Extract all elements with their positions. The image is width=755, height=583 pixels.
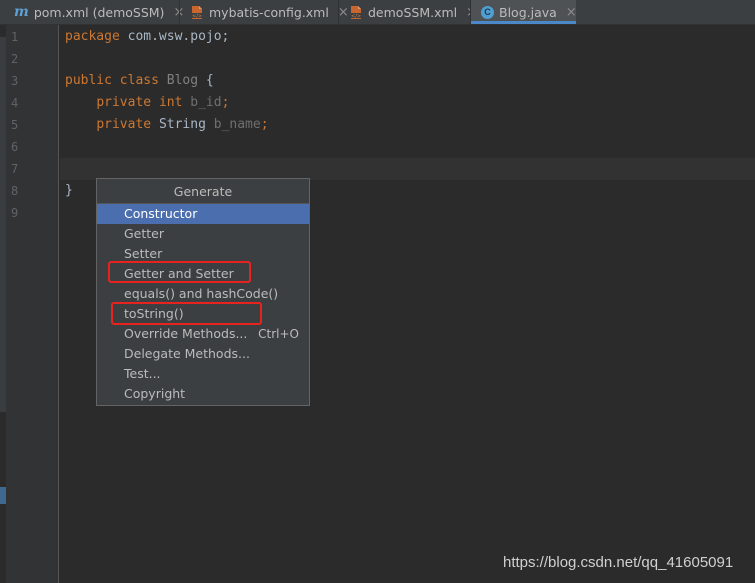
menu-item-equals-hashcode[interactable]: equals() and hashCode() xyxy=(97,284,309,304)
menu-item-override-methods[interactable]: Override Methods... Ctrl+O xyxy=(97,324,309,344)
line-number: 6 xyxy=(11,140,19,154)
svg-text:</>: </> xyxy=(192,13,202,19)
line-number: 8 xyxy=(11,184,19,198)
editor-tab-bar: m pom.xml (demoSSM) × </> mybatis-config… xyxy=(0,0,755,25)
menu-item-delegate-methods[interactable]: Delegate Methods... xyxy=(97,344,309,364)
close-icon[interactable]: × xyxy=(566,5,577,20)
keyword: int xyxy=(158,95,183,110)
code-line-8[interactable]: } xyxy=(65,180,73,202)
annotation-box-getter-setter xyxy=(108,261,251,283)
xml-file-icon: </> xyxy=(190,5,204,20)
keyword: package xyxy=(65,29,120,44)
field-name: b_id xyxy=(190,95,222,110)
code-line-5[interactable]: private String b_name; xyxy=(65,114,268,136)
menu-item-test[interactable]: Test... xyxy=(97,364,309,384)
xml-file-icon: </> xyxy=(349,5,363,20)
tab-pom-xml[interactable]: m pom.xml (demoSSM) × xyxy=(0,0,184,24)
line-number: 1 xyxy=(11,30,19,44)
watermark: https://blog.csdn.net/qq_41605091 xyxy=(503,554,734,571)
generate-popup: Generate Constructor Getter Setter Gette… xyxy=(96,178,310,406)
field-name: b_name xyxy=(213,117,261,132)
svg-text:</>: </> xyxy=(351,13,361,19)
tab-label: Blog.java xyxy=(499,4,557,20)
line-number: 7 xyxy=(11,162,19,176)
gutter-marker xyxy=(0,37,6,412)
line-number: 2 xyxy=(11,52,19,66)
tab-blog-java[interactable]: C Blog.java × xyxy=(470,0,577,24)
tab-label: demoSSM.xml xyxy=(368,4,458,20)
line-number: 5 xyxy=(11,118,19,132)
keyword: private xyxy=(96,95,152,110)
line-number-gutter xyxy=(0,25,59,583)
tab-label: mybatis-config.xml xyxy=(209,4,329,20)
code-line-1[interactable]: package com.wsw.pojo; xyxy=(65,26,229,48)
popup-title: Generate xyxy=(97,179,309,204)
tab-demossm-xml[interactable]: </> demoSSM.xml × xyxy=(338,0,477,24)
keyword: public class xyxy=(65,73,159,88)
menu-item-constructor[interactable]: Constructor xyxy=(97,204,309,224)
tab-label: pom.xml (demoSSM) xyxy=(33,4,165,20)
menu-item-getter[interactable]: Getter xyxy=(97,224,309,244)
annotation-box-tostring xyxy=(111,302,262,325)
java-class-icon: C xyxy=(481,5,494,19)
current-line-highlight xyxy=(60,158,755,180)
code-line-3[interactable]: public class Blog { xyxy=(65,70,214,92)
line-number: 9 xyxy=(11,206,19,220)
menu-item-copyright[interactable]: Copyright xyxy=(97,384,309,404)
closing-brace: } xyxy=(65,183,73,198)
line-number: 4 xyxy=(11,96,19,110)
shortcut-label: Ctrl+O xyxy=(258,327,299,341)
class-name: Blog xyxy=(166,73,199,88)
tab-mybatis-config[interactable]: </> mybatis-config.xml × xyxy=(179,0,349,24)
type-name: String xyxy=(158,117,206,132)
gutter-marker xyxy=(0,487,6,504)
keyword: private xyxy=(96,117,152,132)
maven-m-icon: m xyxy=(14,4,29,20)
package-name: com.wsw.pojo; xyxy=(119,29,230,44)
line-number: 3 xyxy=(11,74,19,88)
brace: { xyxy=(198,73,214,88)
code-line-4[interactable]: private int b_id; xyxy=(65,92,229,114)
